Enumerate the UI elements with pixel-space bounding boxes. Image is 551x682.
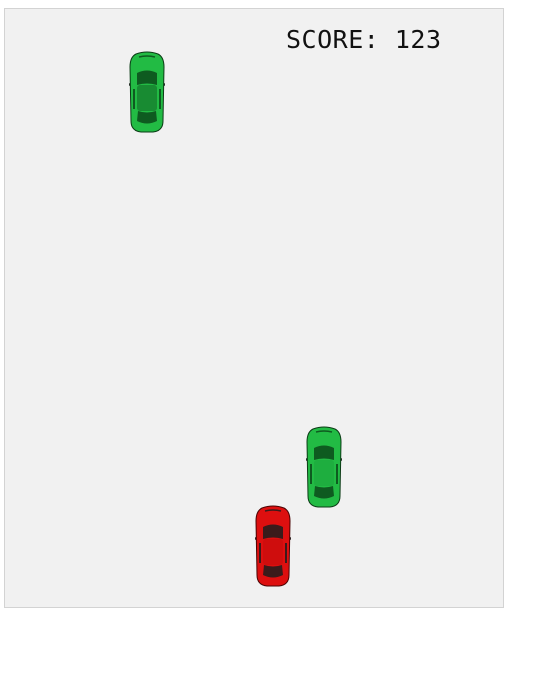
red-car-icon xyxy=(255,505,291,587)
enemy-car xyxy=(127,51,167,133)
score-display: SCORE: 123 xyxy=(286,25,442,54)
game-canvas[interactable]: SCORE: 123 xyxy=(4,8,504,608)
green-car-icon xyxy=(306,426,342,508)
green-car-icon xyxy=(129,51,165,133)
enemy-car xyxy=(304,426,344,508)
score-value: 123 xyxy=(394,25,442,54)
player-car[interactable] xyxy=(253,505,293,587)
score-label: SCORE: xyxy=(286,25,380,54)
